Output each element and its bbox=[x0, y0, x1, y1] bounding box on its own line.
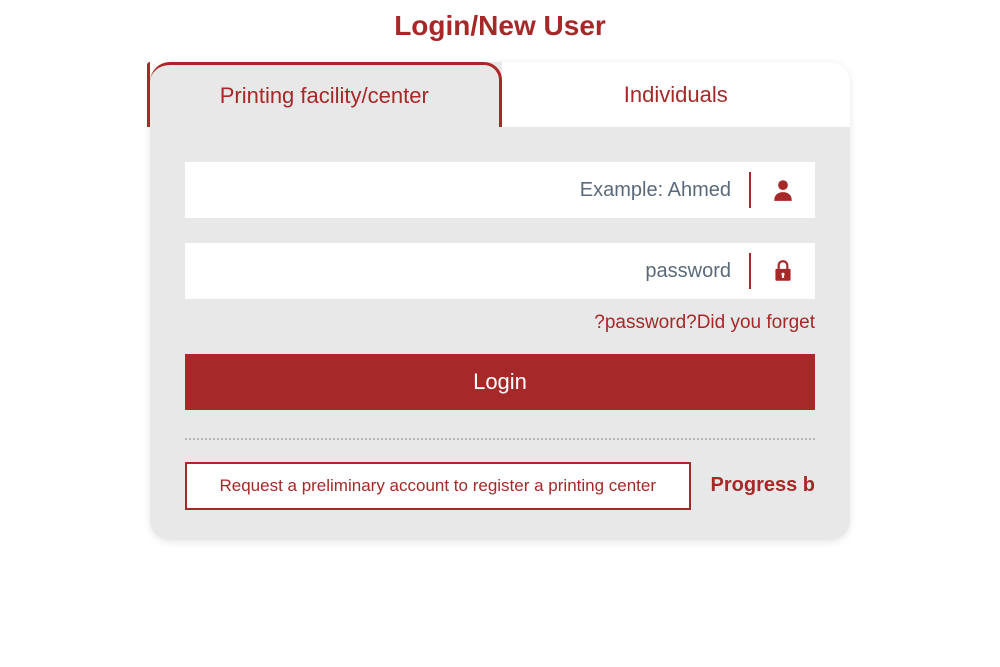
username-input[interactable] bbox=[185, 162, 749, 218]
progress-label: Progress b bbox=[711, 474, 815, 497]
forgot-password-link[interactable]: ?password?Did you forget bbox=[185, 312, 815, 334]
lock-icon bbox=[769, 257, 797, 285]
tab-printing-facility[interactable]: Printing facility/center bbox=[150, 62, 502, 127]
bottom-row: Request a preliminary account to registe… bbox=[185, 462, 815, 510]
password-input[interactable] bbox=[185, 243, 749, 299]
user-icon bbox=[769, 176, 797, 204]
login-card: Printing facility/center Individuals bbox=[150, 62, 850, 540]
login-form: ?password?Did you forget Login Request a… bbox=[150, 127, 850, 510]
login-button[interactable]: Login bbox=[185, 354, 815, 410]
input-divider bbox=[749, 172, 751, 208]
tab-label: Printing facility/center bbox=[220, 83, 429, 109]
input-divider bbox=[749, 253, 751, 289]
tab-bar: Printing facility/center Individuals bbox=[150, 62, 850, 127]
page-title: Login/New User bbox=[0, 0, 1000, 62]
password-row bbox=[185, 243, 815, 299]
request-account-button[interactable]: Request a preliminary account to registe… bbox=[185, 462, 691, 510]
tab-individuals[interactable]: Individuals bbox=[502, 62, 851, 127]
tab-label: Individuals bbox=[624, 82, 728, 108]
divider bbox=[185, 438, 815, 440]
username-row bbox=[185, 162, 815, 218]
